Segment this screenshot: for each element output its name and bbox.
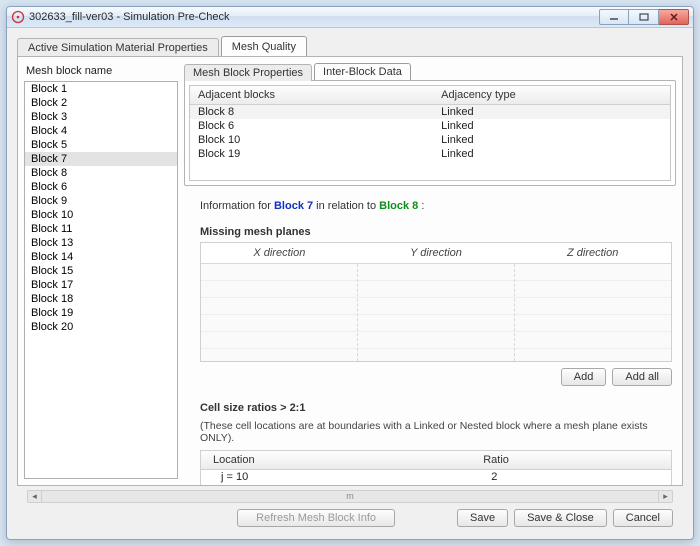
list-item[interactable]: Block 3	[25, 110, 177, 124]
app-icon	[11, 10, 25, 24]
window-controls	[599, 9, 689, 25]
list-item[interactable]: Block 14	[25, 250, 177, 264]
list-item[interactable]: Block 7	[25, 152, 177, 166]
table-row[interactable]: Block 6Linked	[190, 119, 670, 133]
scroll-left-icon[interactable]: ◂	[28, 491, 42, 503]
relation-block-b: Block 8	[379, 200, 418, 212]
missing-planes-buttons: Add Add all	[200, 368, 672, 386]
ratios-col-ratio[interactable]: Ratio	[471, 451, 671, 470]
sub-tabstrip: Mesh Block Properties Inter-Block Data	[184, 63, 676, 80]
adjacent-blocks-table[interactable]: Adjacent blocks Adjacency type Block 8Li…	[190, 86, 670, 161]
col-x-direction[interactable]: X direction	[201, 243, 358, 263]
list-item[interactable]: Block 4	[25, 124, 177, 138]
col-y-direction[interactable]: Y direction	[358, 243, 515, 263]
main-tabstrip: Active Simulation Material Properties Me…	[17, 36, 683, 56]
titlebar: 302633_fill-ver03 - Simulation Pre-Check	[7, 7, 693, 28]
footer-bar: Refresh Mesh Block Info Save Save & Clos…	[17, 503, 683, 535]
list-item[interactable]: Block 2	[25, 96, 177, 110]
adjacent-blocks-table-wrap: Adjacent blocks Adjacency type Block 8Li…	[189, 85, 671, 181]
client-area: Active Simulation Material Properties Me…	[7, 28, 693, 539]
table-row[interactable]: Block 10Linked	[190, 133, 670, 147]
adjacent-col-type[interactable]: Adjacency type	[433, 86, 670, 105]
list-item[interactable]: Block 19	[25, 306, 177, 320]
relation-block-a: Block 7	[274, 200, 313, 212]
add-all-button[interactable]: Add all	[612, 368, 672, 386]
minimize-button[interactable]	[599, 9, 629, 25]
cancel-button[interactable]: Cancel	[613, 509, 673, 527]
missing-planes-group: Missing mesh planes X direction Y direct…	[200, 226, 672, 386]
right-pane: Mesh Block Properties Inter-Block Data A…	[184, 57, 682, 484]
window-title: 302633_fill-ver03 - Simulation Pre-Check	[29, 11, 230, 23]
list-item[interactable]: Block 8	[25, 166, 177, 180]
list-item[interactable]: Block 13	[25, 236, 177, 250]
tab-material-properties[interactable]: Active Simulation Material Properties	[17, 38, 219, 57]
save-close-button[interactable]: Save & Close	[514, 509, 607, 527]
app-window: 302633_fill-ver03 - Simulation Pre-Check…	[6, 6, 694, 540]
list-item[interactable]: Block 5	[25, 138, 177, 152]
scroll-right-icon[interactable]: ▸	[658, 491, 672, 503]
list-item[interactable]: Block 20	[25, 320, 177, 334]
list-item[interactable]: Block 6	[25, 180, 177, 194]
ratios-note: (These cell locations are at boundaries …	[200, 420, 672, 444]
refresh-mesh-button[interactable]: Refresh Mesh Block Info	[237, 509, 395, 527]
adjacent-col-blocks[interactable]: Adjacent blocks	[190, 86, 433, 105]
table-row[interactable]: Block 19Linked	[190, 147, 670, 161]
table-row[interactable]: j = 102	[201, 470, 671, 485]
list-item[interactable]: Block 9	[25, 194, 177, 208]
list-item[interactable]: Block 18	[25, 292, 177, 306]
table-row[interactable]: Block 8Linked	[190, 105, 670, 120]
list-item[interactable]: Block 15	[25, 264, 177, 278]
save-button[interactable]: Save	[457, 509, 508, 527]
tab-inter-block-data[interactable]: Inter-Block Data	[314, 63, 411, 80]
relation-info-text: Information for Block 7 in relation to B…	[200, 200, 672, 212]
missing-planes-body	[201, 264, 671, 361]
ratios-col-location[interactable]: Location	[201, 451, 471, 470]
list-item[interactable]: Block 11	[25, 222, 177, 236]
mesh-block-listbox[interactable]: Block 1Block 2Block 3Block 4Block 5Block…	[24, 81, 178, 478]
main-tabpanel: Mesh block name Block 1Block 2Block 3Blo…	[17, 56, 683, 485]
close-button[interactable]	[659, 9, 689, 25]
add-button[interactable]: Add	[561, 368, 607, 386]
mesh-list-label: Mesh block name	[26, 65, 178, 77]
ratios-title: Cell size ratios > 2:1	[200, 402, 672, 414]
missing-planes-title: Missing mesh planes	[200, 226, 672, 238]
ratios-table[interactable]: Location Ratio j = 102j = 132	[201, 451, 671, 484]
col-z-direction[interactable]: Z direction	[514, 243, 671, 263]
maximize-button[interactable]	[629, 9, 659, 25]
ratios-table-wrap: Location Ratio j = 102j = 132	[200, 450, 672, 484]
tab-mesh-quality[interactable]: Mesh Quality	[221, 36, 307, 56]
ratios-group: Cell size ratios > 2:1	[200, 402, 672, 418]
list-item[interactable]: Block 1	[25, 82, 177, 96]
left-pane: Mesh block name Block 1Block 2Block 3Blo…	[18, 57, 184, 484]
list-item[interactable]: Block 17	[25, 278, 177, 292]
horizontal-scrollbar[interactable]: ◂ m ▸	[27, 490, 673, 504]
list-item[interactable]: Block 10	[25, 208, 177, 222]
tab-mesh-block-properties[interactable]: Mesh Block Properties	[184, 64, 312, 81]
inter-block-panel: Adjacent blocks Adjacency type Block 8Li…	[184, 80, 676, 186]
missing-planes-header: X direction Y direction Z direction	[201, 243, 671, 264]
missing-planes-grid[interactable]: X direction Y direction Z direction	[200, 242, 672, 362]
